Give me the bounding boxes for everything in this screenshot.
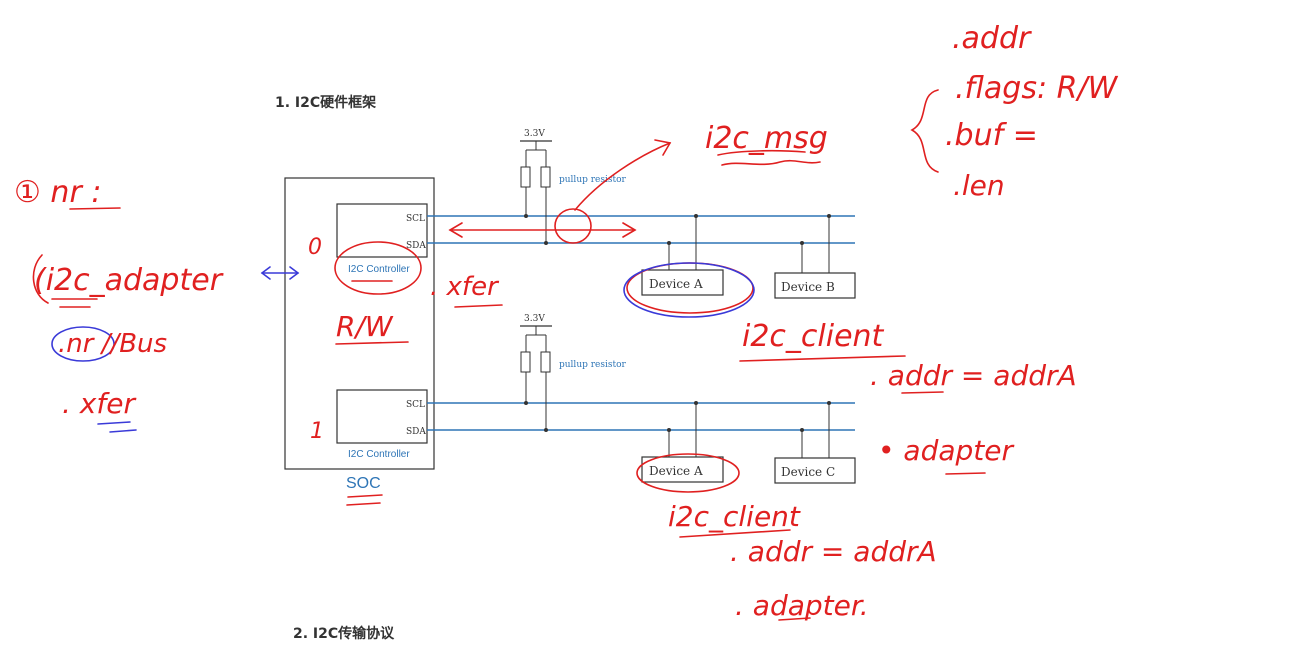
xfer-mid-text: . xfer bbox=[430, 272, 500, 302]
i2c-msg-text: i2c_msg bbox=[705, 121, 828, 156]
device-b-label: Device B bbox=[781, 280, 835, 294]
bus-number-1: 1 bbox=[310, 419, 324, 444]
msg-buf-text: .buf = bbox=[945, 118, 1038, 153]
junction-dot bbox=[827, 401, 831, 405]
circle-signal-junction bbox=[554, 208, 592, 244]
bus-number-0: 0 bbox=[308, 235, 322, 260]
rw-text: R/W bbox=[336, 310, 394, 343]
msg-len-text: .len bbox=[953, 169, 1005, 202]
junction-dot bbox=[800, 428, 804, 432]
scl-label-0: SCL bbox=[406, 214, 425, 224]
junction-dot bbox=[800, 241, 804, 245]
pullup-resistor-sda-1 bbox=[540, 351, 551, 373]
pullup-label-0: pullup resistor bbox=[559, 175, 627, 185]
sda-label-1: SDA bbox=[406, 427, 426, 437]
junction-dot bbox=[667, 428, 671, 432]
pullup-label-1: pullup resistor bbox=[559, 360, 627, 370]
client2-addr-text: . addr = addrA bbox=[730, 535, 937, 568]
device-a-label-1: Device A bbox=[649, 464, 703, 478]
junction-dot bbox=[524, 214, 528, 218]
i2c-hardware-diagram: SOC SCL SDA I2C Controller SCL SDA I2C C… bbox=[14, 21, 1119, 622]
i2c-adapter-text: (i2c_adapter bbox=[34, 263, 224, 298]
nr-bus-text: .nr //Bus bbox=[58, 329, 167, 359]
client1-adapter-text: • adapter bbox=[878, 434, 1014, 467]
pullup-resistor-scl-0 bbox=[520, 166, 531, 188]
client2-adapter-text: . adapter. bbox=[735, 589, 869, 622]
handwritten-text: 0 1 ① nr : (i2c_adapter .nr //Bus . xfer… bbox=[14, 21, 1119, 622]
soc-label: SOC bbox=[346, 475, 381, 492]
voltage-label-0: 3.3V bbox=[524, 129, 545, 139]
client1-addr-text: . addr = addrA bbox=[870, 359, 1077, 392]
junction-dot bbox=[694, 214, 698, 218]
client2-text: i2c_client bbox=[668, 500, 801, 533]
junction-dot bbox=[524, 401, 528, 405]
junction-dot bbox=[544, 428, 548, 432]
controller-0: SCL SDA I2C Controller bbox=[336, 203, 428, 275]
controller-1: SCL SDA I2C Controller bbox=[336, 389, 428, 460]
pullup-resistor-scl-1 bbox=[520, 351, 531, 373]
nr-item: ① nr : bbox=[14, 175, 101, 210]
junction-dot bbox=[827, 214, 831, 218]
client1-text: i2c_client bbox=[742, 319, 885, 354]
msg-addr-text: .addr bbox=[952, 21, 1032, 56]
voltage-label-1: 3.3V bbox=[524, 314, 545, 324]
controller-0-label: I2C Controller bbox=[348, 264, 410, 275]
junction-dot bbox=[694, 401, 698, 405]
pullup-resistor-sda-0 bbox=[540, 166, 551, 188]
xfer-left-text: . xfer bbox=[62, 387, 136, 420]
controller-1-label: I2C Controller bbox=[348, 449, 410, 460]
msg-flags-text: .flags: R/W bbox=[955, 71, 1119, 106]
junction-dot bbox=[667, 241, 671, 245]
junction-dot bbox=[544, 241, 548, 245]
device-c-label: Device C bbox=[781, 465, 835, 479]
device-a-label-0: Device A bbox=[649, 277, 703, 291]
scl-label-1: SCL bbox=[406, 400, 425, 410]
